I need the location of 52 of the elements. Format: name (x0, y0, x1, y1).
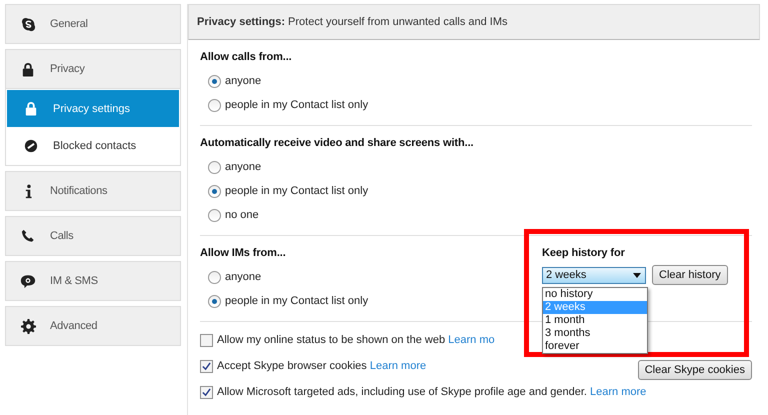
radio-label[interactable]: people in my Contact list only (225, 295, 368, 307)
caret-icon (633, 272, 641, 278)
radio-button[interactable] (208, 270, 221, 284)
section-title: Automatically receive video and share screens with... (200, 137, 474, 149)
dropdown-option[interactable]: forever (543, 340, 647, 353)
radio-label[interactable]: anyone (225, 75, 262, 87)
learn-more-link[interactable]: Learn more (590, 386, 646, 398)
dropdown-option[interactable]: no history (543, 288, 647, 301)
sidebar-item[interactable]: Notifications (5, 171, 181, 211)
learn-more-link[interactable]: Learn mo (448, 334, 495, 346)
checkbox[interactable] (200, 386, 213, 398)
clear-history-button[interactable]: Clear history (652, 265, 728, 285)
radio-label[interactable]: people in my Contact list only (225, 99, 368, 111)
lock-icon (23, 101, 39, 116)
clear-cookies-button[interactable]: Clear Skype cookies (638, 360, 752, 380)
section-title: Allow calls from... (200, 51, 293, 63)
sidebar-item[interactable]: IM & SMS (5, 261, 181, 301)
learn-more-link[interactable]: Learn more (370, 360, 426, 372)
header-subtitle: Protect yourself from unwanted calls and IMs (288, 16, 508, 28)
lock-icon (20, 62, 36, 76)
skype-logo-icon (20, 16, 36, 32)
radio-label[interactable]: anyone (225, 271, 262, 283)
section-title: Allow IMs from... (200, 247, 287, 259)
sidebar-item[interactable]: Privacy (5, 49, 181, 89)
radio-button[interactable] (208, 160, 221, 174)
section-title: Keep history for (542, 247, 626, 259)
sidebar-subitem[interactable]: Privacy settings (7, 90, 179, 127)
dropdown-option[interactable]: 3 months (543, 327, 647, 340)
checkbox-label[interactable]: Allow my online status to be shown on the web (217, 334, 448, 346)
radio-button[interactable] (208, 294, 221, 308)
sidebar-item[interactable]: Advanced (5, 306, 181, 346)
sidebar-item[interactable]: Calls (5, 216, 181, 256)
checkbox[interactable] (200, 334, 213, 346)
checkbox-label[interactable]: Accept Skype browser cookies (217, 360, 370, 372)
radio-button[interactable] (208, 74, 221, 88)
header-title: Privacy settings: (197, 16, 286, 28)
sidebar-subitem[interactable]: Blocked contacts (7, 127, 179, 164)
checkbox-label[interactable]: Allow Microsoft targeted ads, including use of Skype profile age and gender. (217, 386, 590, 398)
blocked-icon (23, 138, 39, 152)
dropdown-option[interactable]: 1 month (543, 314, 647, 327)
radio-button[interactable] (208, 208, 221, 222)
radio-label[interactable]: people in my Contact list only (225, 185, 368, 197)
chat-bubble-icon (20, 274, 36, 288)
phone-icon (20, 229, 36, 243)
gear-icon (20, 318, 36, 334)
radio-label[interactable]: no one (225, 209, 259, 221)
radio-label[interactable]: anyone (225, 161, 262, 173)
radio-button[interactable] (208, 184, 221, 198)
history-dropdown[interactable]: 2 weeks (542, 266, 646, 284)
checkbox[interactable] (200, 360, 213, 372)
radio-button[interactable] (208, 98, 221, 112)
sidebar-item[interactable]: General (5, 4, 181, 44)
